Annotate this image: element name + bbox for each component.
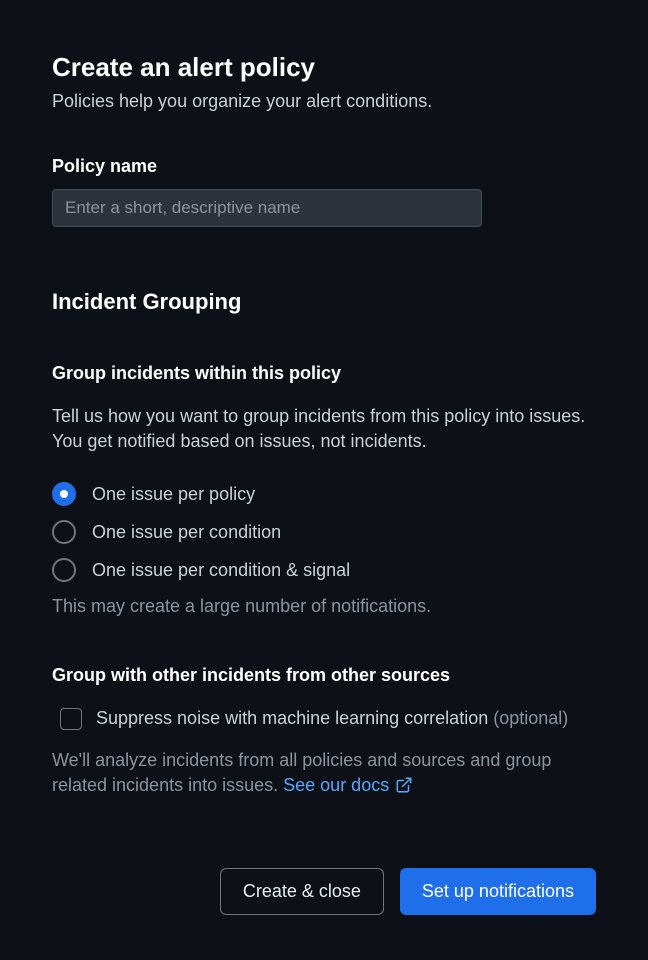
page-subtitle: Policies help you organize your alert co…: [52, 91, 596, 112]
see-docs-link[interactable]: See our docs: [283, 773, 413, 798]
external-link-icon: [395, 776, 413, 794]
radio-circle-icon: [52, 482, 76, 506]
suppress-noise-checkbox[interactable]: [60, 708, 82, 730]
checkbox-label-wrap: Suppress noise with machine learning cor…: [96, 706, 568, 731]
page-title: Create an alert policy: [52, 52, 596, 83]
policy-name-input[interactable]: [52, 189, 482, 227]
link-text: See our docs: [283, 773, 389, 798]
radio-label: One issue per policy: [92, 484, 255, 505]
radio-option-per-condition[interactable]: One issue per condition: [52, 520, 596, 544]
optional-tag: (optional): [493, 708, 568, 728]
group-within-policy-title: Group incidents within this policy: [52, 363, 596, 384]
group-within-policy-description: Tell us how you want to group incidents …: [52, 404, 596, 454]
button-row: Create & close Set up notifications: [52, 868, 596, 915]
radio-option-per-policy[interactable]: One issue per policy: [52, 482, 596, 506]
radio-label: One issue per condition & signal: [92, 560, 350, 581]
radio-label: One issue per condition: [92, 522, 281, 543]
radio-circle-icon: [52, 558, 76, 582]
other-sources-description: We'll analyze incidents from all policie…: [52, 748, 596, 798]
group-other-sources-title: Group with other incidents from other so…: [52, 665, 596, 686]
policy-name-label: Policy name: [52, 156, 596, 177]
suppress-noise-label: Suppress noise with machine learning cor…: [96, 708, 488, 728]
setup-notifications-button[interactable]: Set up notifications: [400, 868, 596, 915]
grouping-helper-text: This may create a large number of notifi…: [52, 596, 596, 617]
radio-option-per-condition-signal[interactable]: One issue per condition & signal: [52, 558, 596, 582]
radio-circle-icon: [52, 520, 76, 544]
grouping-radio-group: One issue per policy One issue per condi…: [52, 482, 596, 582]
incident-grouping-title: Incident Grouping: [52, 289, 596, 315]
suppress-noise-checkbox-row: Suppress noise with machine learning cor…: [60, 706, 596, 731]
create-close-button[interactable]: Create & close: [220, 868, 384, 915]
